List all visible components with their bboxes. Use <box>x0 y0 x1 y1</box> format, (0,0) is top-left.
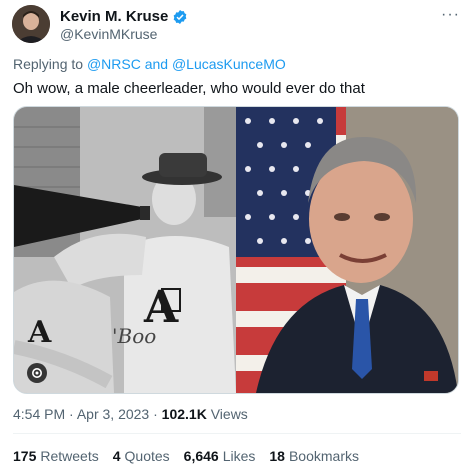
bookmarks-label: Bookmarks <box>288 448 359 464</box>
meta-separator: · <box>69 406 74 422</box>
author-handle[interactable]: @KevinMKruse <box>60 26 157 42</box>
reply-prefix: Replying to <box>13 56 84 72</box>
retweets-stat[interactable]: 175 Retweets <box>13 448 99 464</box>
quotes-label: Quotes <box>124 448 170 464</box>
reply-context: Replying to @NRSC and @LucasKunceMO <box>13 56 286 72</box>
cheerleader-photo: A 'Boo A <box>14 107 236 393</box>
views-count: 102.1K <box>161 406 207 422</box>
quotes-stat[interactable]: 4 Quotes <box>113 448 170 464</box>
tweet-media[interactable]: A 'Boo A <box>13 106 459 394</box>
media-badge-icon[interactable] <box>27 363 47 383</box>
bookmarks-stat[interactable]: 18 Bookmarks <box>269 448 359 464</box>
quotes-count: 4 <box>112 448 121 464</box>
portrait-photo <box>236 107 458 393</box>
more-options-icon[interactable]: ··· <box>441 6 460 24</box>
svg-text:'Boo: 'Boo <box>112 324 156 348</box>
tweet-text: Oh wow, a male cheerleader, who would ev… <box>13 80 365 97</box>
divider <box>13 433 461 434</box>
meta-separator: · <box>153 406 158 422</box>
likes-count: 6,646 <box>183 448 219 464</box>
tweet-meta: 4:54 PM · Apr 3, 2023 · 102.1K Views <box>13 406 248 422</box>
reply-handles-link[interactable]: @NRSC and @LucasKunceMO <box>87 56 286 72</box>
views-label: Views <box>210 406 248 422</box>
avatar-image <box>12 5 50 43</box>
avatar[interactable] <box>12 5 50 43</box>
engagement-stats: 175 Retweets 4 Quotes 6,646 Likes 18 Bookmar… <box>13 448 359 464</box>
tweet-time[interactable]: 4:54 PM <box>13 406 65 422</box>
retweets-count: 175 <box>13 448 37 464</box>
bookmarks-count: 18 <box>269 448 285 464</box>
media-composite: A 'Boo A <box>14 107 458 393</box>
likes-stat[interactable]: 6,646 Likes <box>184 448 256 464</box>
author-name-text[interactable]: Kevin M. Kruse <box>60 8 168 25</box>
retweets-label: Retweets <box>40 448 99 464</box>
tweet-date[interactable]: Apr 3, 2023 <box>77 406 149 422</box>
verified-badge-icon <box>174 9 187 24</box>
author-name[interactable]: Kevin M. Kruse <box>60 8 188 25</box>
likes-label: Likes <box>222 448 256 464</box>
